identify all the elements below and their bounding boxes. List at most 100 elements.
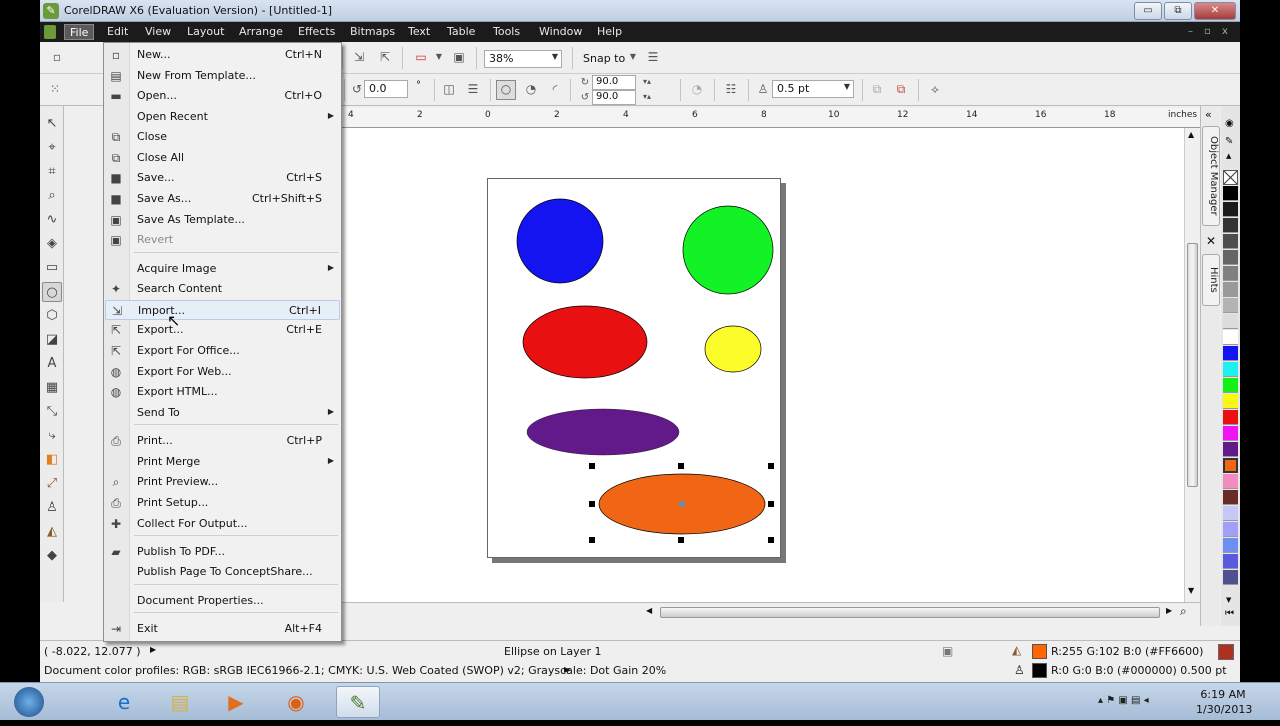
mdi-close-button[interactable]: x xyxy=(1222,26,1228,37)
blue-circle[interactable] xyxy=(516,198,604,284)
mdi-minimize-button[interactable]: – xyxy=(1188,26,1193,37)
file-explorer-icon[interactable]: ▤ xyxy=(158,686,202,718)
launcher-dropdown-icon[interactable]: ▼ xyxy=(430,49,448,67)
convert-to-curves-icon[interactable]: ⟡ xyxy=(926,81,944,99)
internet-explorer-icon[interactable]: e xyxy=(102,686,146,718)
blend-tool-icon[interactable]: ◧ xyxy=(42,450,62,470)
menu-item-collect-for-output[interactable]: ✚ Collect For Output... xyxy=(105,514,340,534)
selection-handle[interactable] xyxy=(589,537,595,543)
palette-menu-icon[interactable]: ◉ xyxy=(1225,118,1234,129)
tray-icons[interactable]: ▴ ⚑ ▣ ▤ ◂ xyxy=(1098,695,1149,706)
menu-item-search-content[interactable]: ✦ Search Content xyxy=(105,279,340,299)
menu-tools[interactable]: Tools xyxy=(488,24,525,40)
menu-item-new-from-template[interactable]: ▤ New From Template... xyxy=(105,66,340,86)
ellipse-mode-icon[interactable]: ○ xyxy=(496,80,516,100)
outline-tool-icon[interactable]: ♙ xyxy=(42,498,62,518)
connector-tool-icon[interactable]: ⤷ xyxy=(42,426,62,446)
eyedropper-tool-icon[interactable]: ⤢ xyxy=(42,474,62,494)
menu-item-export-for-office[interactable]: ⇱ Export For Office... xyxy=(105,341,340,361)
color-swatch[interactable] xyxy=(1223,250,1238,265)
menu-item-export-for-web[interactable]: ◍ Export For Web... xyxy=(105,362,340,382)
color-swatch[interactable] xyxy=(1223,458,1238,473)
mirror-horizontal-icon[interactable]: ◫ xyxy=(440,81,458,99)
start-angle-input[interactable]: 90.0 xyxy=(592,75,636,90)
menu-item-print-setup[interactable]: ⎙ Print Setup... xyxy=(105,493,340,513)
color-swatch[interactable] xyxy=(1223,266,1238,281)
polygon-tool-icon[interactable]: ⬡ xyxy=(42,306,62,326)
menu-text[interactable]: Text xyxy=(403,24,435,40)
application-launcher-icon[interactable]: ▭ xyxy=(412,49,430,67)
table-tool-icon[interactable]: ▦ xyxy=(42,378,62,398)
color-swatch[interactable] xyxy=(1223,442,1238,457)
menu-table[interactable]: Table xyxy=(442,24,480,40)
scroll-right-icon[interactable]: ▶ xyxy=(1166,606,1172,615)
color-swatch[interactable] xyxy=(1223,522,1238,537)
outline-width-dropdown[interactable]: 0.5 pt ▼ xyxy=(772,80,854,98)
menu-item-acquire-image[interactable]: Acquire Image ▶ xyxy=(105,259,340,279)
restore-button[interactable]: ⧉ xyxy=(1164,2,1192,20)
menu-bitmaps[interactable]: Bitmaps xyxy=(345,24,400,40)
menu-view[interactable]: View xyxy=(140,24,176,40)
menu-item-new[interactable]: ▫ New... Ctrl+N xyxy=(105,45,340,65)
snap-dropdown-icon[interactable]: ▼ xyxy=(624,49,642,67)
to-front-icon[interactable]: ⧉ xyxy=(868,81,886,99)
document-page[interactable] xyxy=(487,178,781,558)
palette-scroll-end-icon[interactable]: ⏮ xyxy=(1225,608,1234,619)
pie-mode-icon[interactable]: ◔ xyxy=(522,81,540,99)
welcome-screen-icon[interactable]: ▣ xyxy=(450,49,468,67)
menu-item-exit[interactable]: ⇥ Exit Alt+F4 xyxy=(105,619,340,639)
menu-item-close[interactable]: ⧉ Close xyxy=(105,127,340,147)
clock-date[interactable]: 1/30/2013 xyxy=(1196,703,1252,716)
palette-scroll-down-icon[interactable]: ▼ xyxy=(1226,596,1231,604)
menu-help[interactable]: Help xyxy=(592,24,627,40)
zoom-navigator-icon[interactable]: ⌕ xyxy=(1180,604,1187,619)
menu-item-print-merge[interactable]: Print Merge ▶ xyxy=(105,452,340,472)
color-swatch[interactable] xyxy=(1223,186,1238,201)
coordinates-arrow-icon[interactable]: ▶ xyxy=(150,645,156,654)
menu-item-publish-page-to-conceptshare[interactable]: Publish Page To ConceptShare... xyxy=(105,562,340,582)
tab-hints[interactable]: Hints xyxy=(1202,254,1220,306)
change-direction-icon[interactable]: ◔ xyxy=(688,81,706,99)
crop-tool-icon[interactable]: ⌗ xyxy=(42,162,62,182)
color-swatch[interactable] xyxy=(1223,506,1238,521)
import-icon[interactable]: ⇲ xyxy=(350,49,368,67)
color-profiles-info[interactable]: Document color profiles: RGB: sRGB IEC61… xyxy=(44,664,666,677)
rotation-center-marker[interactable] xyxy=(679,501,685,507)
color-swatch[interactable] xyxy=(1223,330,1238,345)
color-swatch[interactable] xyxy=(1223,474,1238,489)
object-origin-icon[interactable]: ⁙ xyxy=(46,81,64,99)
menu-effects[interactable]: Effects xyxy=(293,24,340,40)
selection-handle[interactable] xyxy=(589,463,595,469)
color-swatch[interactable] xyxy=(1223,490,1238,505)
selection-handle[interactable] xyxy=(768,501,774,507)
scroll-left-icon[interactable]: ◀ xyxy=(646,606,652,615)
outline-pen-icon[interactable]: ♙ xyxy=(1014,663,1025,677)
start-button-icon[interactable] xyxy=(4,686,54,718)
selection-handle[interactable] xyxy=(768,537,774,543)
coreldraw-taskbar-icon[interactable]: ✎ xyxy=(336,686,380,718)
purple-ellipse[interactable] xyxy=(526,408,680,456)
selection-handle[interactable] xyxy=(589,501,595,507)
selection-handle[interactable] xyxy=(678,463,684,469)
color-swatch[interactable] xyxy=(1223,218,1238,233)
expand-docker-icon[interactable]: « xyxy=(1205,108,1212,121)
menu-item-print[interactable]: ⎙ Print... Ctrl+P xyxy=(105,431,340,451)
menu-window[interactable]: Window xyxy=(534,24,587,40)
selection-handle[interactable] xyxy=(768,463,774,469)
color-swatch[interactable] xyxy=(1223,234,1238,249)
user-avatar-icon[interactable] xyxy=(1218,644,1234,660)
zoom-level-dropdown[interactable]: 38% ▼ xyxy=(484,50,562,68)
firefox-icon[interactable]: ◉ xyxy=(274,686,318,718)
rectangle-tool-icon[interactable]: ▭ xyxy=(42,258,62,278)
green-circle[interactable] xyxy=(682,205,774,295)
end-angle-spinner[interactable]: ▾▴ xyxy=(638,89,656,107)
color-swatch[interactable] xyxy=(1223,554,1238,569)
freehand-tool-icon[interactable]: ∿ xyxy=(42,210,62,230)
color-swatch[interactable] xyxy=(1223,282,1238,297)
menu-edit[interactable]: Edit xyxy=(102,24,133,40)
color-swatch[interactable] xyxy=(1223,314,1238,329)
color-swatch[interactable] xyxy=(1223,202,1238,217)
profiles-arrow-icon[interactable]: ▶ xyxy=(564,665,570,674)
color-swatch[interactable] xyxy=(1223,410,1238,425)
screen-icon[interactable]: ▣ xyxy=(942,644,953,658)
